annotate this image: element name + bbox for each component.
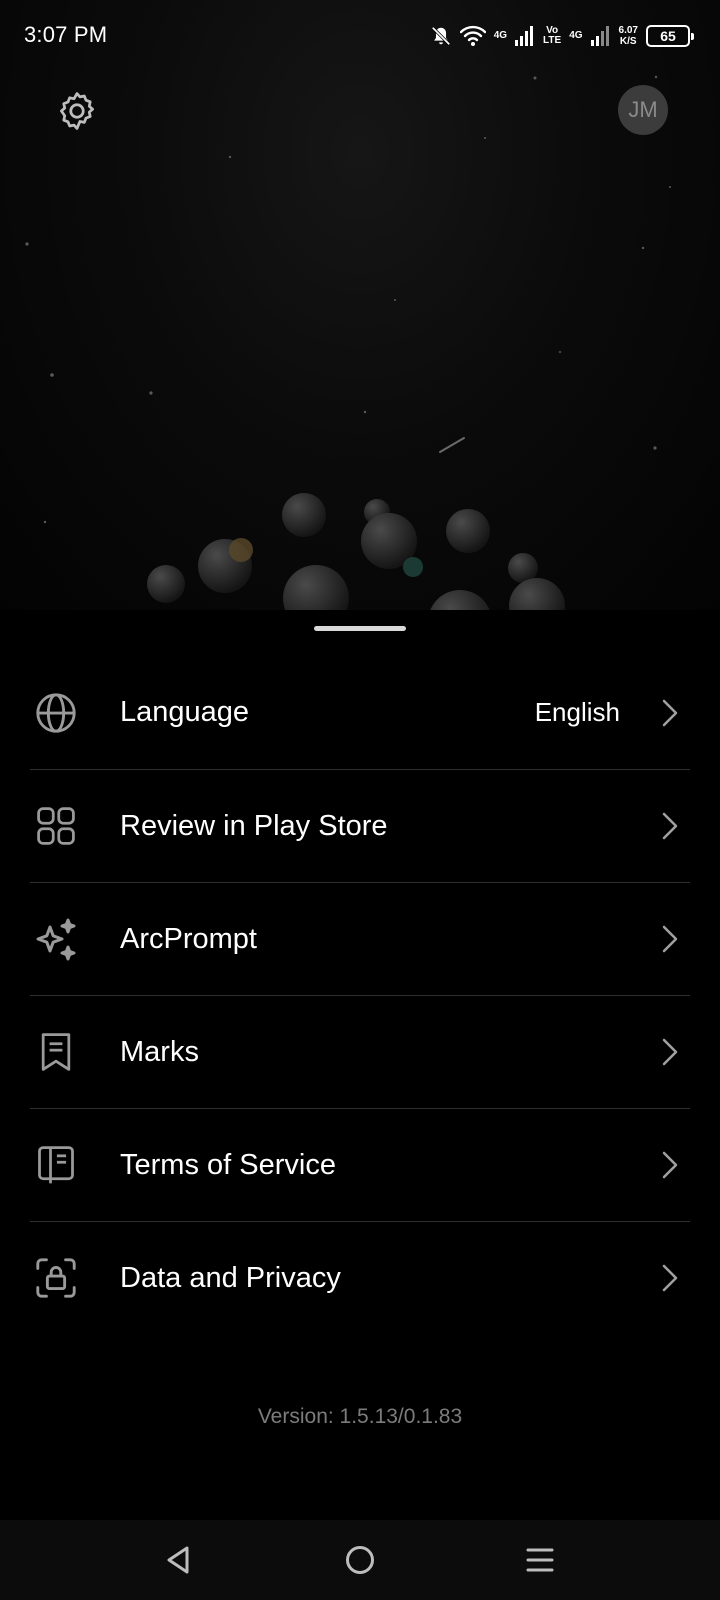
- network-speed: 6.07 K/S: [619, 25, 638, 47]
- settings-screen: JM 3:07 PM 4G Vo LTE 4G 6.07 K/S 65 Lang…: [0, 0, 720, 1600]
- status-time: 3:07 PM: [24, 22, 108, 47]
- version-text: Version: 1.5.13/0.1.83: [257, 1405, 463, 1428]
- signal-icon: [515, 26, 534, 46]
- chevron-right-icon: [658, 1260, 682, 1296]
- status-icons: 4G Vo LTE 4G 6.07 K/S 65: [430, 22, 694, 50]
- recents-button[interactable]: [518, 1538, 562, 1582]
- speed-value: 6.07: [618, 25, 638, 36]
- settings-button[interactable]: [54, 88, 100, 134]
- sparkles-icon: [32, 915, 80, 963]
- shooting-star: [439, 437, 465, 453]
- menu-lines-icon: [526, 1548, 554, 1572]
- menu-item-label: Data and Privacy: [120, 1261, 341, 1294]
- menu-item-marks[interactable]: Marks: [30, 995, 690, 1108]
- menu-item-label: ArcPrompt: [120, 922, 257, 955]
- chevron-right-icon: [658, 1034, 682, 1070]
- navigation-bar: [0, 1520, 720, 1600]
- gear-icon: [60, 92, 94, 130]
- menu-item-label: Terms of Service: [120, 1148, 336, 1181]
- avatar-initials: JM: [628, 97, 658, 122]
- menu-item-arcprompt[interactable]: ArcPrompt: [30, 882, 690, 995]
- network-type-2: 4G: [569, 30, 583, 41]
- back-triangle-icon: [167, 1546, 189, 1574]
- wifi-icon: [459, 25, 486, 46]
- planets-illustration: [25, 75, 671, 610]
- globe-icon: [32, 689, 80, 737]
- chevron-right-icon: [658, 1147, 682, 1183]
- home-button[interactable]: [338, 1538, 382, 1582]
- menu-item-privacy[interactable]: Data and Privacy: [30, 1221, 690, 1334]
- sheet-drag-handle[interactable]: [314, 626, 406, 631]
- menu-item-label: Review in Play Store: [120, 809, 388, 842]
- volte-bottom: LTE: [543, 35, 562, 46]
- menu-item-terms[interactable]: Terms of Service: [30, 1108, 690, 1221]
- bell-off-icon: [431, 26, 451, 46]
- menu-item-label: Marks: [120, 1035, 199, 1068]
- status-bar: 3:07 PM 4G Vo LTE 4G 6.07 K/S 65: [0, 0, 720, 72]
- signal-icon: [590, 26, 609, 46]
- battery-icon: 65: [646, 25, 694, 47]
- back-button[interactable]: [156, 1538, 200, 1582]
- book-icon: [32, 1141, 80, 1189]
- grid-icon: [32, 802, 80, 850]
- hero-banner: JM: [0, 0, 720, 610]
- network-type-1: 4G: [493, 30, 508, 41]
- language-value: English: [534, 697, 620, 727]
- menu-item-review[interactable]: Review in Play Store: [30, 769, 690, 882]
- bookmark-icon: [32, 1028, 80, 1076]
- menu-item-label: Language: [120, 696, 250, 728]
- menu-item-language[interactable]: Language English: [30, 656, 690, 769]
- chevron-right-icon: [658, 695, 682, 731]
- chevron-right-icon: [658, 808, 682, 844]
- settings-menu: Language English Review in Play Store Ar…: [30, 656, 690, 1334]
- avatar[interactable]: JM: [618, 85, 668, 135]
- volte-badge: Vo LTE: [543, 26, 561, 46]
- speed-unit: K/S: [619, 36, 637, 47]
- chevron-right-icon: [658, 921, 682, 957]
- battery-level: 65: [660, 28, 676, 44]
- home-circle-icon: [346, 1546, 374, 1574]
- lock-scan-icon: [32, 1254, 80, 1302]
